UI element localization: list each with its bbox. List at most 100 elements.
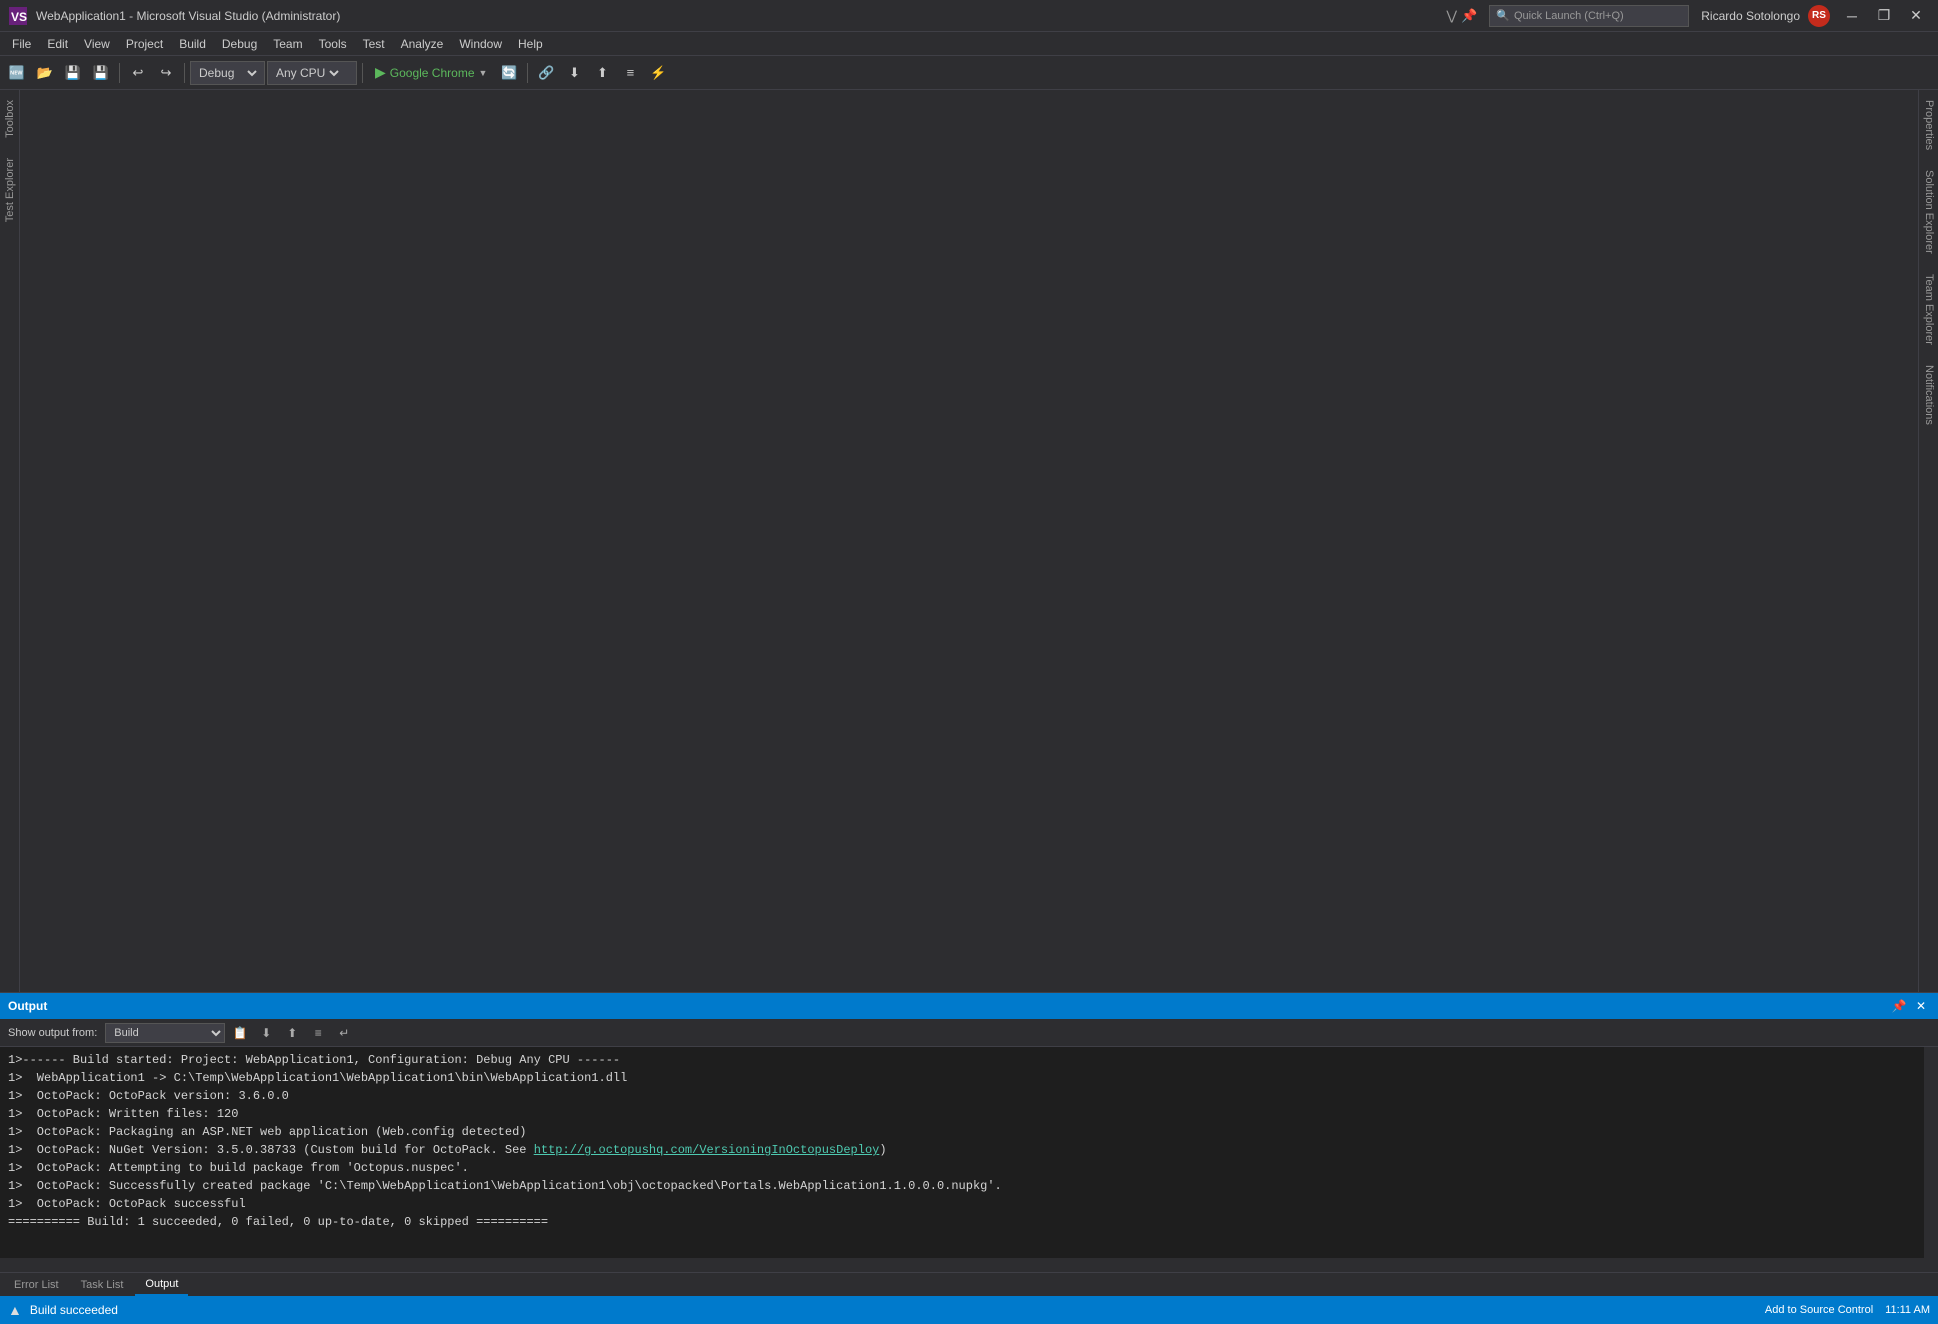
bottom-tab-bar: Error List Task List Output	[0, 1272, 1938, 1296]
main-layout: Toolbox Test Explorer Properties Solutio…	[0, 90, 1938, 992]
filter-icon: ⋁	[1446, 8, 1457, 24]
menu-item-team[interactable]: Team	[265, 32, 310, 55]
output-header: Output 📌 ✕	[0, 993, 1938, 1019]
sep3	[362, 63, 363, 83]
output-copy-btn[interactable]: 📋	[229, 1023, 251, 1043]
toolbox-tab[interactable]: Toolbox	[0, 90, 19, 148]
menu-item-window[interactable]: Window	[451, 32, 510, 55]
output-line-4: 1> OctoPack: Written files: 120	[8, 1105, 1916, 1123]
run-dropdown-arrow[interactable]: ▼	[479, 68, 488, 78]
menu-item-view[interactable]: View	[76, 32, 118, 55]
output-source-label: Show output from:	[8, 1027, 97, 1039]
output-panel: Output 📌 ✕ Show output from: Build 📋 ⬇ ⬆…	[0, 992, 1938, 1272]
new-project-btn[interactable]: 🆕	[4, 60, 30, 86]
output-title: Output	[8, 999, 47, 1013]
restore-button[interactable]: ❐	[1870, 5, 1898, 27]
open-btn[interactable]: 📂	[32, 60, 58, 86]
minimize-button[interactable]: ─	[1838, 5, 1866, 27]
run-target-label: Google Chrome	[390, 66, 475, 80]
solution-explorer-tab[interactable]: Solution Explorer	[1919, 160, 1938, 264]
run-button[interactable]: ▶ Google Chrome ▼	[368, 61, 494, 85]
menu-item-project[interactable]: Project	[118, 32, 171, 55]
platform-dropdown[interactable]: Any CPU x86 x64	[267, 61, 357, 85]
output-line-9: 1> OctoPack: OctoPack successful	[8, 1195, 1916, 1213]
output-line-7: 1> OctoPack: Attempting to build package…	[8, 1159, 1916, 1177]
quick-launch-placeholder: Quick Launch (Ctrl+Q)	[1514, 10, 1624, 22]
output-toolbar: Show output from: Build 📋 ⬇ ⬆ ≡ ↵	[0, 1019, 1938, 1047]
time-label: 11:11 AM	[1885, 1304, 1930, 1316]
debug-mode-select[interactable]: Debug Release	[195, 65, 260, 81]
menu-item-build[interactable]: Build	[171, 32, 214, 55]
output-source-select[interactable]: Build	[105, 1023, 225, 1043]
editor-area	[20, 90, 1918, 992]
menu-item-tools[interactable]: Tools	[311, 32, 355, 55]
notifications-tab[interactable]: Notifications	[1919, 355, 1938, 435]
output-list-btn[interactable]: ≡	[307, 1023, 329, 1043]
output-body: 1>------ Build started: Project: WebAppl…	[0, 1047, 1938, 1258]
menu-item-debug[interactable]: Debug	[214, 32, 265, 55]
test-explorer-tab[interactable]: Test Explorer	[0, 148, 19, 232]
vs-logo: VS	[8, 6, 28, 26]
menu-item-help[interactable]: Help	[510, 32, 551, 55]
window-controls: ─ ❐ ✕	[1838, 5, 1930, 27]
search-icon: 🔍	[1496, 9, 1510, 22]
sep1	[119, 63, 120, 83]
redo-btn[interactable]: ↪	[153, 60, 179, 86]
output-down-btn[interactable]: ⬇	[255, 1023, 277, 1043]
save-btn[interactable]: 💾	[60, 60, 86, 86]
nuget-link[interactable]: http://g.octopushq.com/VersioningInOctop…	[534, 1143, 880, 1157]
close-button[interactable]: ✕	[1902, 5, 1930, 27]
save-all-btn[interactable]: 💾	[88, 60, 114, 86]
refresh-btn[interactable]: 🔄	[496, 60, 522, 86]
debug-mode-dropdown[interactable]: Debug Release	[190, 61, 265, 85]
output-tab[interactable]: Output	[135, 1273, 188, 1296]
output-line-5: 1> OctoPack: Packaging an ASP.NET web ap…	[8, 1123, 1916, 1141]
team-explorer-tab[interactable]: Team Explorer	[1919, 264, 1938, 355]
output-line-8: 1> OctoPack: Successfully created packag…	[8, 1177, 1916, 1195]
output-up-btn[interactable]: ⬆	[281, 1023, 303, 1043]
source-control-label[interactable]: Add to Source Control	[1765, 1304, 1873, 1316]
sep4	[527, 63, 528, 83]
title-bar: VS WebApplication1 - Microsoft Visual St…	[0, 0, 1938, 32]
menu-item-analyze[interactable]: Analyze	[393, 32, 452, 55]
pin-output-btn[interactable]: 📌	[1890, 997, 1908, 1015]
play-icon: ▶	[375, 64, 386, 81]
menu-item-edit[interactable]: Edit	[39, 32, 76, 55]
svg-text:VS: VS	[11, 10, 27, 24]
attach-btn[interactable]: 🔗	[533, 60, 559, 86]
status-right: Add to Source Control 11:11 AM	[1765, 1304, 1930, 1316]
left-side-tabs: Toolbox Test Explorer	[0, 90, 20, 992]
close-output-btn[interactable]: ✕	[1912, 997, 1930, 1015]
user-name: Ricardo Sotolongo	[1701, 9, 1800, 23]
output-header-controls: 📌 ✕	[1890, 997, 1930, 1015]
right-side-tabs: Properties Solution Explorer Team Explor…	[1918, 90, 1938, 992]
output-hscroll[interactable]	[0, 1258, 1938, 1272]
toolbar-btn2[interactable]: ⬇	[561, 60, 587, 86]
sep2	[184, 63, 185, 83]
undo-btn[interactable]: ↩	[125, 60, 151, 86]
status-bar: ▲ Build succeeded Add to Source Control …	[0, 1296, 1938, 1324]
quick-launch[interactable]: 🔍 Quick Launch (Ctrl+Q)	[1489, 5, 1689, 27]
output-line-1: 1>------ Build started: Project: WebAppl…	[8, 1051, 1916, 1069]
toolbar-btn4[interactable]: ≡	[617, 60, 643, 86]
properties-tab[interactable]: Properties	[1919, 90, 1938, 160]
status-left: ▲ Build succeeded	[8, 1302, 118, 1318]
menu-item-test[interactable]: Test	[355, 32, 393, 55]
toolbar: 🆕 📂 💾 💾 ↩ ↪ Debug Release Any CPU x86 x6…	[0, 56, 1938, 90]
output-line-3: 1> OctoPack: OctoPack version: 3.6.0.0	[8, 1087, 1916, 1105]
menu-bar: FileEditViewProjectBuildDebugTeamToolsTe…	[0, 32, 1938, 56]
toolbar-btn5[interactable]: ⚡	[645, 60, 671, 86]
output-content: 1>------ Build started: Project: WebAppl…	[0, 1047, 1924, 1258]
menu-item-file[interactable]: File	[4, 32, 39, 55]
error-list-tab[interactable]: Error List	[4, 1273, 69, 1296]
platform-select[interactable]: Any CPU x86 x64	[272, 65, 342, 81]
output-wrap-btn[interactable]: ↵	[333, 1023, 355, 1043]
title-bar-text: WebApplication1 - Microsoft Visual Studi…	[36, 9, 1446, 23]
toolbar-btn3[interactable]: ⬆	[589, 60, 615, 86]
task-list-tab[interactable]: Task List	[71, 1273, 134, 1296]
status-text: Build succeeded	[30, 1303, 118, 1317]
pin-icon: 📌	[1461, 8, 1477, 24]
output-line-10: ========== Build: 1 succeeded, 0 failed,…	[8, 1213, 1916, 1231]
output-scrollbar[interactable]	[1924, 1047, 1938, 1258]
user-avatar: RS	[1808, 5, 1830, 27]
